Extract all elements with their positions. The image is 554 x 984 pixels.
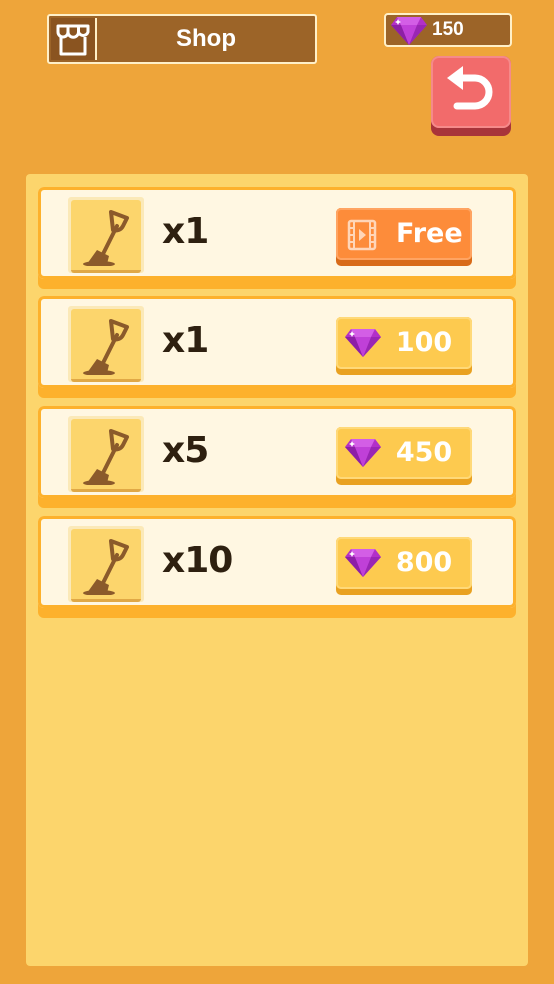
gem-count: 150: [432, 19, 464, 40]
back-button[interactable]: [431, 56, 511, 136]
item-quantity: x5: [162, 430, 209, 471]
free-label: Free: [396, 218, 463, 249]
price-label: 800: [395, 547, 453, 578]
item-quantity: x1: [162, 211, 209, 252]
video-icon: [347, 219, 377, 251]
buy-gem-button[interactable]: 100: [336, 317, 472, 375]
shovel-icon: [83, 539, 129, 595]
item-quantity: x10: [162, 540, 233, 581]
shop-item-2: x1 100: [38, 296, 516, 398]
item-icon-frame: [68, 306, 144, 382]
shop-item-1: x1 Free: [38, 187, 516, 289]
gem-counter: 150: [384, 13, 512, 47]
item-icon-frame: [68, 416, 144, 492]
item-icon-frame: [68, 197, 144, 273]
item-icon-frame: [68, 526, 144, 602]
shop-header: Shop: [47, 14, 317, 64]
shop-item-4: x10 800: [38, 516, 516, 618]
page-title: Shop: [176, 25, 236, 52]
price-label: 100: [395, 327, 453, 358]
watch-video-free-button[interactable]: Free: [336, 208, 472, 266]
buy-gem-button[interactable]: 450: [336, 427, 472, 485]
undo-arrow-icon: [447, 66, 493, 110]
shop-icon: [51, 18, 97, 60]
shovel-icon: [83, 319, 129, 375]
shovel-icon: [83, 210, 129, 266]
price-label: 450: [395, 437, 453, 468]
gem-icon: [391, 17, 427, 45]
buy-gem-button[interactable]: 800: [336, 537, 472, 595]
shovel-icon: [83, 429, 129, 485]
shop-item-3: x5 450: [38, 406, 516, 508]
item-quantity: x1: [162, 320, 209, 361]
